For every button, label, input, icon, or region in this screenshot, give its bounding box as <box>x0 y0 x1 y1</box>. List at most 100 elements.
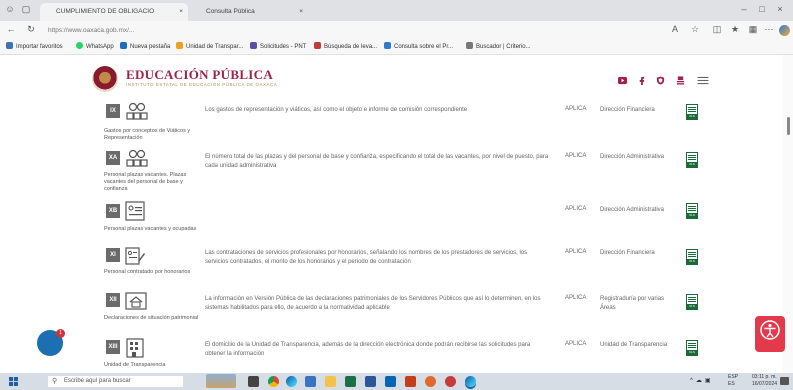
xls-download-icon[interactable]: XLS <box>686 152 698 168</box>
applies-status: APLICA <box>565 295 587 301</box>
more-icon[interactable]: ⋯ <box>764 24 774 35</box>
clock[interactable]: 03:11 p. m. 16/07/2024 <box>752 374 777 387</box>
powerpoint-icon[interactable] <box>405 376 416 387</box>
notifications-icon[interactable] <box>780 377 789 385</box>
responsible-area: Registraduría por varias Áreas <box>600 296 665 311</box>
favorite-star-icon[interactable]: ☆ <box>690 24 700 35</box>
hamburger-menu-icon[interactable] <box>697 76 709 85</box>
fraction-badge: XI <box>106 248 120 262</box>
accessibility-widget-button[interactable] <box>755 316 785 352</box>
facebook-icon[interactable] <box>637 76 646 85</box>
fraction-label: Gastos por conceptos de Viáticos y Repre… <box>104 128 191 141</box>
xls-download-icon[interactable]: XLS <box>686 104 698 120</box>
favorites-icon[interactable]: ★ <box>730 24 740 35</box>
id-card-icon <box>125 201 145 221</box>
bookmark-whatsapp[interactable]: WhatsApp <box>76 40 114 55</box>
shield-icon[interactable] <box>656 76 665 85</box>
browser-tab-bar: ☺ ▢ CUMPLIMIENTO DE OBLIGACIO × Consulta… <box>0 0 793 21</box>
url-field[interactable]: https://www.oaxaca.gob.mx/... <box>48 24 648 37</box>
fraction-description: Los gastos de representación y viáticos,… <box>205 107 468 113</box>
xls-label: XLS <box>687 350 697 355</box>
app-icon[interactable] <box>445 376 456 387</box>
close-window-icon[interactable]: × <box>774 4 786 14</box>
close-tab-icon[interactable]: × <box>179 3 183 21</box>
user-icon[interactable] <box>676 76 685 85</box>
scrollbar-thumb[interactable] <box>787 117 790 135</box>
site-icon <box>176 42 183 49</box>
split-screen-icon[interactable]: ◫ <box>712 24 722 35</box>
fraction-description: La información en Versión Pública de las… <box>205 296 541 311</box>
language-indicator[interactable]: ESP ES <box>728 374 738 387</box>
home-document-icon <box>125 292 147 310</box>
back-icon[interactable]: ← <box>6 24 16 34</box>
maximize-icon[interactable]: □ <box>756 4 768 14</box>
bookmark-solicitudes-pnt[interactable]: Solicitudes - PNT <box>250 40 306 55</box>
people-group-icon <box>126 102 148 120</box>
accessibility-icon <box>760 320 780 340</box>
fraction-description: El número total de las plazas y del pers… <box>205 154 549 169</box>
youtube-icon[interactable] <box>618 76 627 85</box>
contract-pen-icon <box>125 247 145 265</box>
tab-cumplimiento[interactable]: CUMPLIMIENTO DE OBLIGACIO × <box>40 3 188 21</box>
fraction-label: Personal contratado por honorarios <box>104 269 191 275</box>
chrome-icon[interactable] <box>268 376 279 387</box>
xls-label: XLS <box>687 162 697 167</box>
xls-download-icon[interactable]: XLS <box>686 203 698 219</box>
refresh-icon[interactable]: ↻ <box>26 24 36 35</box>
outlook-icon[interactable] <box>385 376 396 387</box>
site-header <box>0 55 793 101</box>
collections-icon[interactable]: ▦ <box>748 24 758 35</box>
app-icon[interactable] <box>425 376 436 387</box>
bookmark-busqueda[interactable]: Búsqueda de leva... <box>314 40 377 55</box>
xls-label: XLS <box>687 114 697 119</box>
responsible-area: Dirección Financiera <box>600 250 655 256</box>
responsible-area: Unidad de Transparencia <box>600 342 668 348</box>
import-icon <box>6 42 13 49</box>
bookmark-nueva-pestana[interactable]: Nueva pestaña <box>120 40 170 55</box>
page-icon <box>120 42 127 49</box>
bookmark-consulta[interactable]: Consulta sobre el Pr... <box>384 40 453 55</box>
close-tab-icon[interactable]: × <box>299 3 303 21</box>
clock-time: 03:11 p. m. <box>752 374 777 380</box>
fraction-description: Las contrataciones de servicios profesio… <box>205 250 528 265</box>
applies-status: APLICA <box>565 206 587 212</box>
fraction-badge: XB <box>106 204 120 218</box>
xls-download-icon[interactable]: XLS <box>686 294 698 310</box>
profile-icon[interactable]: ☺ <box>4 4 16 16</box>
government-logo[interactable] <box>92 66 118 92</box>
file-explorer-icon[interactable] <box>325 376 336 387</box>
site-icon <box>466 42 473 49</box>
tab-label: CUMPLIMIENTO DE OBLIGACIO <box>56 8 155 15</box>
xls-download-icon[interactable]: XLS <box>686 340 698 356</box>
site-subtitle: INSTITUTO ESTATAL DE EDUCACIÓN PÚBLICA D… <box>126 82 278 87</box>
word-icon[interactable] <box>365 376 376 387</box>
address-bar-row: ← ↻ https://www.oaxaca.gob.mx/... A ☆ ◫ … <box>0 21 793 40</box>
task-view-icon[interactable] <box>248 376 259 387</box>
mail-icon[interactable] <box>305 376 316 387</box>
read-aloud-icon[interactable]: A <box>670 24 680 34</box>
windows-start-icon[interactable] <box>9 377 18 386</box>
tab-actions-icon[interactable]: ▢ <box>20 4 32 16</box>
taskbar-news-widget[interactable] <box>206 374 236 388</box>
site-title[interactable]: EDUCACIÓN PÚBLICA <box>126 67 273 83</box>
whatsapp-icon <box>76 42 83 49</box>
tab-consulta-publica[interactable]: Consulta Pública × <box>190 3 308 21</box>
taskbar-search-input[interactable]: ⚲ Escribe aquí para buscar <box>48 376 183 387</box>
bookmark-importar[interactable]: Importar favoritos <box>6 40 63 55</box>
xls-download-icon[interactable]: XLS <box>686 249 698 265</box>
copilot-icon[interactable] <box>779 25 790 36</box>
people-group-icon <box>126 149 148 167</box>
bookmark-buscador[interactable]: Buscador | Criterio... <box>466 40 531 55</box>
tray-icons[interactable]: ^☁▣ <box>690 377 726 386</box>
minimize-icon[interactable]: – <box>738 4 750 14</box>
excel-icon[interactable] <box>345 376 356 387</box>
applies-status: APLICA <box>565 153 587 159</box>
tab-label: Consulta Pública <box>206 8 255 15</box>
clock-date: 16/07/2024 <box>752 380 778 387</box>
new-tab-button[interactable] <box>312 3 326 21</box>
bookmark-unidad-transparencia[interactable]: Unidad de Transpar... <box>176 40 243 55</box>
fraction-description: El domicilio de la Unidad de Transparenc… <box>205 342 531 357</box>
edge-icon[interactable] <box>286 376 297 387</box>
edge-active-icon[interactable] <box>465 376 476 387</box>
xls-label: XLS <box>687 259 697 264</box>
